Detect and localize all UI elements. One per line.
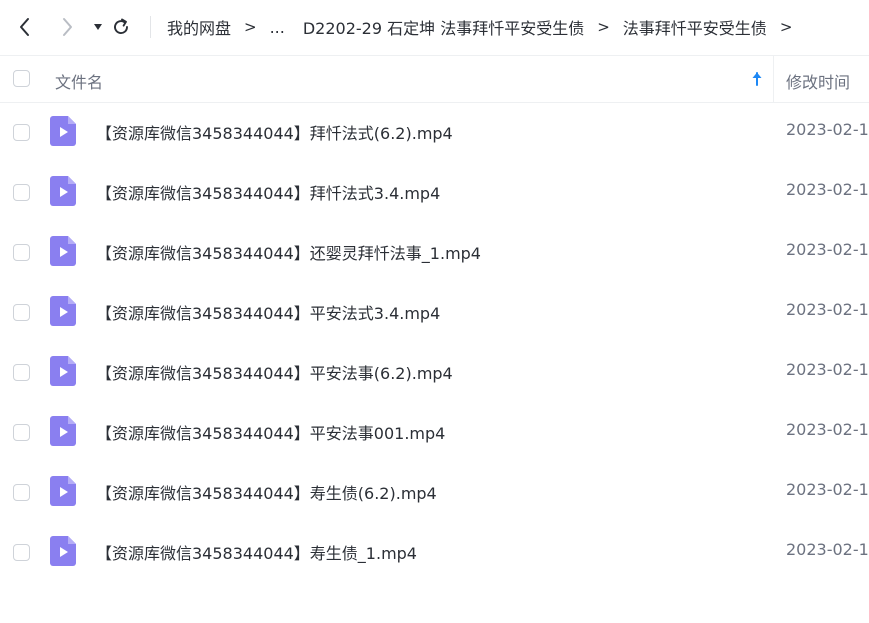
breadcrumb: 我的网盘 > ... D2202-29 石定坤 法事拜忏平安受生债 > 法事拜忏…	[167, 15, 805, 39]
row-checkbox[interactable]	[13, 184, 30, 201]
refresh-icon	[114, 18, 128, 34]
caret-down-icon	[94, 24, 102, 30]
row-checkbox[interactable]	[13, 124, 30, 141]
chevron-right-icon	[63, 18, 72, 36]
file-row[interactable]: 【资源库微信3458344044】拜忏法式3.4.mp4 2023-02-1	[0, 162, 869, 222]
breadcrumb-separator: >	[244, 18, 257, 36]
file-name[interactable]: 【资源库微信3458344044】平安法式3.4.mp4	[96, 300, 440, 324]
file-modified-time: 2023-02-1	[786, 480, 869, 499]
video-file-icon	[50, 236, 76, 266]
file-row[interactable]: 【资源库微信3458344044】寿生债(6.2).mp4 2023-02-1	[0, 462, 869, 522]
breadcrumb-ellipsis[interactable]: ...	[270, 18, 285, 37]
back-button[interactable]	[12, 12, 38, 42]
video-file-icon	[50, 356, 76, 386]
file-modified-time: 2023-02-1	[786, 180, 869, 199]
column-divider[interactable]	[773, 56, 774, 102]
video-file-icon	[50, 296, 76, 326]
column-header-name[interactable]: 文件名	[55, 69, 103, 93]
video-file-icon	[50, 416, 76, 446]
file-name[interactable]: 【资源库微信3458344044】拜忏法式(6.2).mp4	[96, 120, 453, 144]
breadcrumb-folder-d2202[interactable]: D2202-29 石定坤 法事拜忏平安受生债	[303, 15, 584, 39]
file-name[interactable]: 【资源库微信3458344044】平安法事(6.2).mp4	[96, 360, 453, 384]
file-list: 【资源库微信3458344044】拜忏法式(6.2).mp4 2023-02-1…	[0, 102, 869, 582]
file-modified-time: 2023-02-1	[786, 540, 869, 559]
breadcrumb-root[interactable]: 我的网盘	[167, 15, 231, 39]
arrow-up-icon[interactable]	[750, 69, 764, 89]
row-checkbox[interactable]	[13, 244, 30, 261]
breadcrumb-separator: >	[597, 18, 610, 36]
history-dropdown-button[interactable]	[90, 12, 106, 42]
file-modified-time: 2023-02-1	[786, 420, 869, 439]
file-row[interactable]: 【资源库微信3458344044】拜忏法式(6.2).mp4 2023-02-1	[0, 102, 869, 162]
refresh-button[interactable]	[110, 12, 132, 42]
chevron-left-icon	[20, 18, 29, 36]
video-file-icon	[50, 116, 76, 146]
file-name[interactable]: 【资源库微信3458344044】寿生债(6.2).mp4	[96, 480, 437, 504]
toolbar: 我的网盘 > ... D2202-29 石定坤 法事拜忏平安受生债 > 法事拜忏…	[0, 0, 869, 54]
file-row[interactable]: 【资源库微信3458344044】平安法事(6.2).mp4 2023-02-1	[0, 342, 869, 402]
row-checkbox[interactable]	[13, 304, 30, 321]
column-header-modified-time[interactable]: 修改时间	[786, 69, 850, 93]
file-row[interactable]: 【资源库微信3458344044】寿生债_1.mp4 2023-02-1	[0, 522, 869, 582]
row-checkbox[interactable]	[13, 424, 30, 441]
breadcrumb-folder-current[interactable]: 法事拜忏平安受生债	[623, 15, 767, 39]
file-name[interactable]: 【资源库微信3458344044】拜忏法式3.4.mp4	[96, 180, 440, 204]
file-row[interactable]: 【资源库微信3458344044】还婴灵拜忏法事_1.mp4 2023-02-1	[0, 222, 869, 282]
file-modified-time: 2023-02-1	[786, 240, 869, 259]
video-file-icon	[50, 176, 76, 206]
file-name[interactable]: 【资源库微信3458344044】平安法事001.mp4	[96, 420, 445, 444]
file-modified-time: 2023-02-1	[786, 360, 869, 379]
row-checkbox[interactable]	[13, 484, 30, 501]
row-checkbox[interactable]	[13, 544, 30, 561]
row-checkbox[interactable]	[13, 364, 30, 381]
table-header: 文件名 修改时间	[0, 55, 869, 103]
file-row[interactable]: 【资源库微信3458344044】平安法事001.mp4 2023-02-1	[0, 402, 869, 462]
video-file-icon	[50, 536, 76, 566]
video-file-icon	[50, 476, 76, 506]
file-modified-time: 2023-02-1	[786, 300, 869, 319]
forward-button[interactable]	[54, 12, 80, 42]
breadcrumb-separator: >	[779, 18, 793, 36]
file-name[interactable]: 【资源库微信3458344044】寿生债_1.mp4	[96, 540, 417, 564]
file-name[interactable]: 【资源库微信3458344044】还婴灵拜忏法事_1.mp4	[96, 240, 481, 264]
file-row[interactable]: 【资源库微信3458344044】平安法式3.4.mp4 2023-02-1	[0, 282, 869, 342]
toolbar-divider	[150, 16, 151, 38]
select-all-checkbox[interactable]	[13, 70, 30, 87]
file-modified-time: 2023-02-1	[786, 120, 869, 139]
